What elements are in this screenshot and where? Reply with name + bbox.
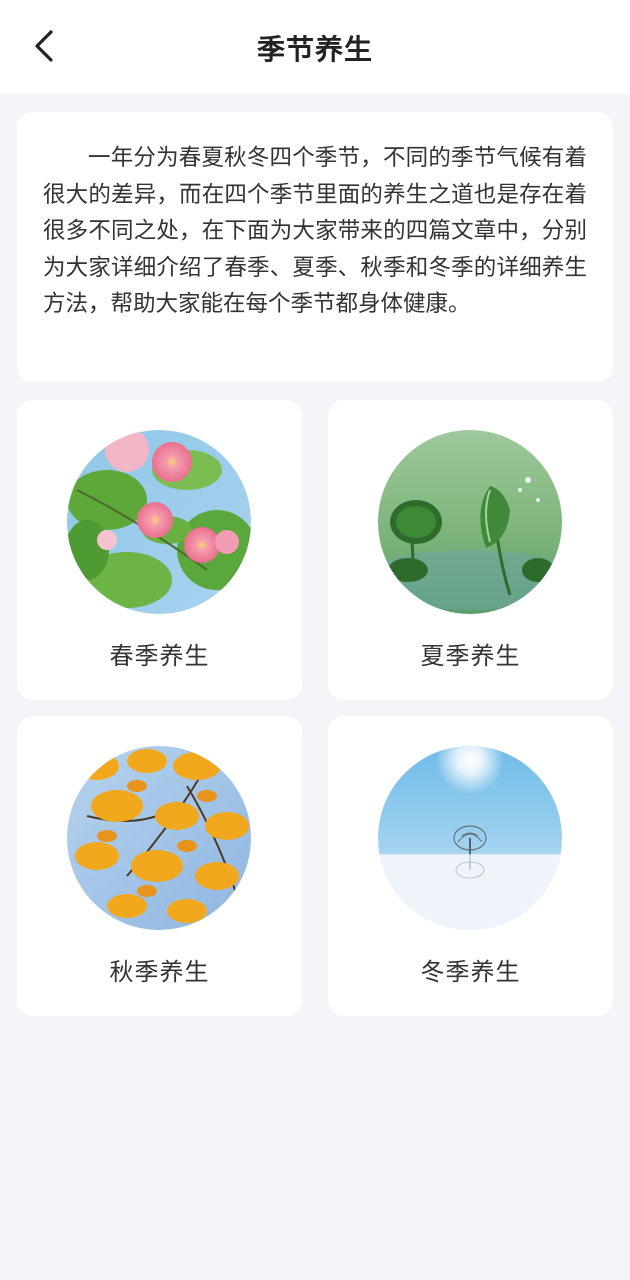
winter-label: 冬季养生: [420, 958, 521, 986]
winter-card[interactable]: 冬季养生: [328, 716, 613, 1016]
autumn-leaves-image: [67, 746, 251, 930]
spring-card[interactable]: 春季养生: [17, 400, 302, 700]
winter-snow-tree-image: [378, 746, 562, 930]
page-title: 季节养生: [256, 33, 373, 66]
summer-card[interactable]: 夏季养生: [328, 400, 613, 700]
spring-label: 春季养生: [109, 642, 210, 670]
autumn-label: 秋季养生: [109, 958, 210, 986]
summer-label: 夏季养生: [420, 642, 521, 670]
intro-card: 一年分为春夏秋冬四个季节，不同的季节气候有着很大的差异，而在四个季节里面的养生之…: [17, 112, 613, 382]
autumn-card[interactable]: 秋季养生: [17, 716, 302, 1016]
intro-text: 一年分为春夏秋冬四个季节，不同的季节气候有着很大的差异，而在四个季节里面的养生之…: [43, 145, 587, 318]
top-nav-bar: 季节养生: [0, 0, 630, 94]
spring-blossom-image: [67, 430, 251, 614]
summer-lotus-leaf-image: [378, 430, 562, 614]
